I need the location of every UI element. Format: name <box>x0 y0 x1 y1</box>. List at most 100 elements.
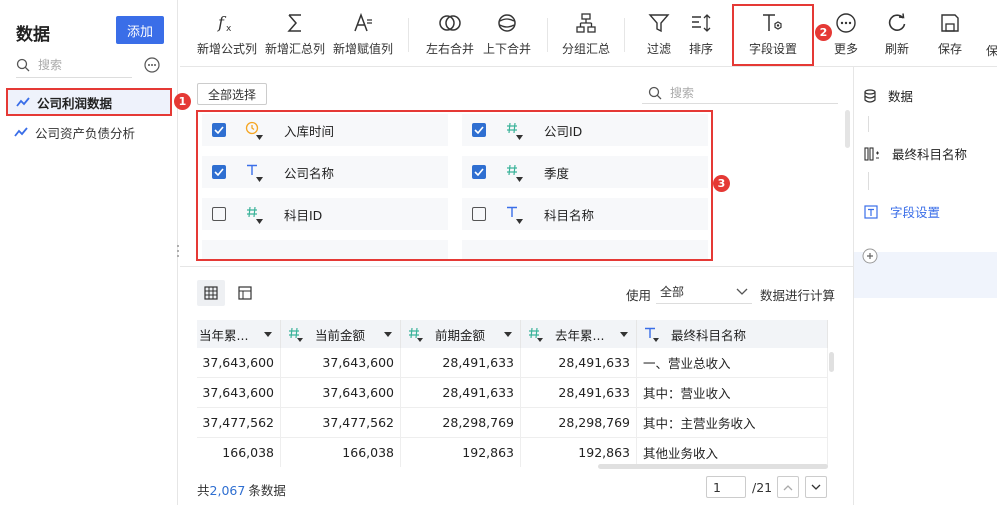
data-item-balance-sheet[interactable]: 公司资产负债分析 <box>6 118 172 146</box>
sort-caret-icon[interactable] <box>620 331 628 337</box>
data-scope-select[interactable]: 全部 <box>656 280 752 304</box>
refresh-button[interactable]: 刷新 <box>881 10 913 62</box>
field-settings-icon <box>761 10 785 36</box>
table-header-cell[interactable]: 前期金额 <box>401 320 521 348</box>
toolbar-overflow-label[interactable]: 保 <box>986 42 997 59</box>
add-summary-column-button[interactable]: 新增汇总列 <box>264 10 326 62</box>
field-checkbox[interactable] <box>472 123 486 137</box>
page-number-input[interactable]: 1 <box>706 476 746 498</box>
field-item-partial[interactable] <box>462 240 708 259</box>
table-header-cell[interactable]: 当前金额 <box>281 320 401 348</box>
step-final-subject-name[interactable]: 最终科目名称 <box>864 144 967 163</box>
field-checkbox[interactable] <box>212 207 226 221</box>
field-item[interactable]: 入库时间 <box>202 114 448 146</box>
field-checkbox[interactable] <box>472 207 486 221</box>
line-chart-icon <box>16 96 30 108</box>
add-formula-column-button[interactable]: fx 新增公式列 <box>196 10 258 62</box>
resize-handle[interactable] <box>176 244 180 258</box>
toolbar-label: 字段设置 <box>748 42 797 56</box>
step-label: 字段设置 <box>890 205 941 220</box>
table-cell: 192,863 <box>521 438 637 467</box>
step-field-settings[interactable]: 字段设置 <box>864 202 940 221</box>
table-cell: 37,643,600 <box>281 348 401 378</box>
field-type-number-icon[interactable] <box>502 160 526 184</box>
field-type-text-icon[interactable] <box>502 202 526 226</box>
section-divider <box>180 266 853 267</box>
filter-icon <box>648 10 670 36</box>
merge-horizontal-button[interactable]: 左右合并 <box>424 10 476 62</box>
column-type-text-icon[interactable] <box>643 324 663 344</box>
column-type-number-icon[interactable] <box>527 324 547 344</box>
toolbar-label: 左右合并 <box>425 42 474 56</box>
prev-page-button[interactable] <box>777 476 799 498</box>
refresh-icon <box>886 10 908 36</box>
use-label: 使用 <box>626 288 652 303</box>
search-placeholder: 搜索 <box>670 86 695 100</box>
table-header-cell[interactable]: 去年累... <box>521 320 637 348</box>
search-icon <box>16 58 30 72</box>
field-item[interactable]: 科目名称 <box>462 198 708 230</box>
add-assign-column-button[interactable]: 新增赋值列 <box>332 10 394 62</box>
field-settings-button[interactable]: 字段设置 <box>736 10 810 62</box>
table-cell: 28,298,769 <box>401 408 521 438</box>
toolbar-label: 刷新 <box>884 42 909 56</box>
sort-caret-icon[interactable] <box>264 331 272 337</box>
field-checkbox[interactable] <box>472 165 486 179</box>
table-cell: 166,038 <box>281 438 401 467</box>
sort-caret-icon[interactable] <box>504 331 512 337</box>
search-input[interactable]: 搜索 <box>16 52 132 78</box>
add-button[interactable]: 添加 <box>116 16 164 44</box>
chevron-down-icon <box>811 484 821 491</box>
sort-button[interactable]: 排序 <box>682 10 720 62</box>
next-page-button[interactable] <box>805 476 827 498</box>
field-list-scrollbar[interactable] <box>845 110 850 148</box>
field-item[interactable]: 科目ID <box>202 198 448 230</box>
sort-caret-icon[interactable] <box>384 331 392 337</box>
group-summary-button[interactable]: 分组汇总 <box>560 10 612 62</box>
field-name: 入库时间 <box>284 123 335 139</box>
table-vertical-scrollbar[interactable] <box>829 352 834 372</box>
toolbar-divider <box>408 18 409 52</box>
layout-icon <box>238 286 252 300</box>
svg-text:x: x <box>226 24 232 34</box>
add-step-icon[interactable] <box>862 248 878 264</box>
field-search-input[interactable]: 搜索 <box>642 82 838 104</box>
table-header-cell[interactable]: 最终科目名称 <box>637 320 828 348</box>
more-options-icon[interactable] <box>144 57 160 73</box>
more-button[interactable]: 更多 <box>830 10 862 62</box>
table-horizontal-scrollbar[interactable] <box>598 464 828 469</box>
chevron-up-icon <box>783 484 793 491</box>
toolbar-divider <box>547 18 548 52</box>
step-label: 数据 <box>888 89 914 104</box>
total-suffix: 条数据 <box>248 483 286 498</box>
field-type-text-icon[interactable] <box>242 160 266 184</box>
field-checkbox[interactable] <box>212 165 226 179</box>
table-header-cell[interactable]: 当年累... <box>197 320 281 348</box>
field-item[interactable]: 公司ID <box>462 114 708 146</box>
step-data[interactable]: 数据 <box>864 86 913 105</box>
merge-vertical-icon <box>496 10 518 36</box>
column-type-number-icon[interactable] <box>287 324 307 344</box>
table-view-button[interactable] <box>231 280 259 306</box>
select-all-button[interactable]: 全部选择 <box>197 83 267 105</box>
field-checkbox[interactable] <box>212 123 226 137</box>
field-item[interactable]: 公司名称 <box>202 156 448 188</box>
field-type-number-icon[interactable] <box>242 202 266 226</box>
field-item-partial[interactable] <box>202 240 448 259</box>
field-item[interactable]: 季度 <box>462 156 708 188</box>
field-type-number-icon[interactable] <box>502 118 526 142</box>
filter-button[interactable]: 过滤 <box>640 10 678 62</box>
field-name: 季度 <box>544 165 570 181</box>
table-cell: 166,038 <box>197 438 281 467</box>
data-item-company-profit[interactable]: 公司利润数据 <box>6 88 172 116</box>
field-type-time-icon[interactable] <box>242 118 266 142</box>
toolbar-label: 新增汇总列 <box>264 42 325 56</box>
column-type-number-icon[interactable] <box>407 324 427 344</box>
save-button[interactable]: 保存 <box>934 10 966 62</box>
group-icon <box>575 10 597 36</box>
grid-view-button[interactable] <box>197 280 225 306</box>
merge-vertical-button[interactable]: 上下合并 <box>481 10 533 62</box>
toolbar-label: 过滤 <box>646 42 671 56</box>
step-badge-1: 1 <box>174 93 191 110</box>
toolbar-label: 保存 <box>937 42 962 56</box>
